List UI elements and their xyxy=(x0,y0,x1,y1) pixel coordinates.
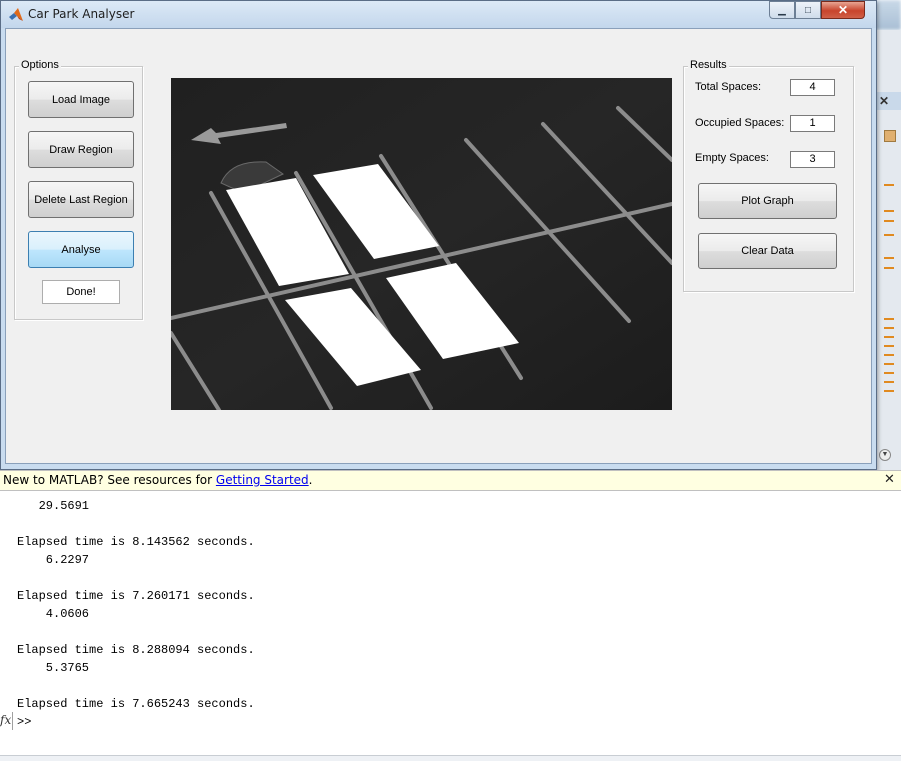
output-line: Elapsed time is 7.665243 seconds. xyxy=(17,697,255,711)
background-marker xyxy=(884,327,894,329)
output-line: 6.2297 xyxy=(17,553,90,567)
output-line: 5.3765 xyxy=(17,661,90,675)
delete-last-region-button[interactable]: Delete Last Region xyxy=(28,181,134,218)
minimize-button[interactable]: ▁ xyxy=(769,1,795,19)
window-title: Car Park Analyser xyxy=(28,7,135,21)
background-scroll-down-icon[interactable]: ▼ xyxy=(879,449,891,461)
window-controls: ▁ □ ✕ xyxy=(769,1,865,19)
background-marker xyxy=(884,210,894,212)
occupied-spaces-label: Occupied Spaces: xyxy=(695,117,785,129)
done-button[interactable]: Done! xyxy=(42,280,120,304)
background-marker xyxy=(884,234,894,236)
minimize-icon: ▁ xyxy=(778,4,786,16)
background-marker xyxy=(884,345,894,347)
background-marker xyxy=(884,257,894,259)
help-bar-text: New to MATLAB? See resources for xyxy=(3,473,216,487)
help-bar-suffix: . xyxy=(308,473,313,487)
total-spaces-field[interactable]: 4 xyxy=(790,79,835,96)
command-prompt[interactable]: >> xyxy=(17,715,31,729)
background-marker xyxy=(884,372,894,374)
background-marker xyxy=(884,220,894,222)
maximize-button[interactable]: □ xyxy=(795,1,821,19)
results-panel: Results Total Spaces: 4 Occupied Spaces:… xyxy=(683,59,854,292)
output-line: 29.5691 xyxy=(17,499,90,513)
window-titlebar[interactable]: Car Park Analyser ▁ □ ✕ xyxy=(1,1,876,28)
plot-graph-button[interactable]: Plot Graph xyxy=(698,183,837,219)
command-window[interactable]: 29.5691 Elapsed time is 8.143562 seconds… xyxy=(0,491,901,755)
maximize-icon: □ xyxy=(804,4,812,16)
car-park-image-canvas xyxy=(169,78,674,412)
background-marker xyxy=(884,336,894,338)
load-image-button[interactable]: Load Image xyxy=(28,81,134,118)
background-marker xyxy=(884,363,894,365)
options-panel-title: Options xyxy=(19,59,61,71)
car-park-analyser-window: Car Park Analyser ▁ □ ✕ Options Load Ima… xyxy=(0,0,877,470)
empty-spaces-label: Empty Spaces: xyxy=(695,152,769,164)
matlab-logo-icon xyxy=(9,8,23,21)
fx-divider xyxy=(12,712,13,730)
results-panel-title: Results xyxy=(688,59,729,71)
clear-data-button[interactable]: Clear Data xyxy=(698,233,837,269)
close-icon: ✕ xyxy=(837,3,849,17)
background-marker xyxy=(884,381,894,383)
background-panel-close-icon[interactable]: ✕ xyxy=(879,94,889,108)
close-button[interactable]: ✕ xyxy=(821,1,865,19)
options-panel: Options Load Image Draw Region Delete La… xyxy=(14,59,143,320)
output-line: Elapsed time is 7.260171 seconds. xyxy=(17,589,255,603)
output-line: Elapsed time is 8.143562 seconds. xyxy=(17,535,255,549)
occupied-spaces-field[interactable]: 1 xyxy=(790,115,835,132)
background-scroll-thumb[interactable] xyxy=(884,130,896,142)
background-marker xyxy=(884,318,894,320)
analyse-button[interactable]: Analyse xyxy=(28,231,134,268)
help-bar-close-icon[interactable]: ✕ xyxy=(884,471,895,487)
getting-started-link[interactable]: Getting Started xyxy=(216,473,309,487)
car-park-image xyxy=(169,78,674,412)
background-marker xyxy=(884,267,894,269)
function-browser-icon[interactable]: fx xyxy=(0,713,11,727)
output-line: 4.0606 xyxy=(17,607,90,621)
help-bar: New to MATLAB? See resources for Getting… xyxy=(0,470,901,491)
background-marker xyxy=(884,390,894,392)
background-marker xyxy=(884,184,894,186)
total-spaces-label: Total Spaces: xyxy=(695,81,762,93)
status-strip xyxy=(0,755,901,761)
figure-client-area: Options Load Image Draw Region Delete La… xyxy=(5,28,872,464)
background-marker xyxy=(884,354,894,356)
draw-region-button[interactable]: Draw Region xyxy=(28,131,134,168)
empty-spaces-field[interactable]: 3 xyxy=(790,151,835,168)
output-line: Elapsed time is 8.288094 seconds. xyxy=(17,643,255,657)
